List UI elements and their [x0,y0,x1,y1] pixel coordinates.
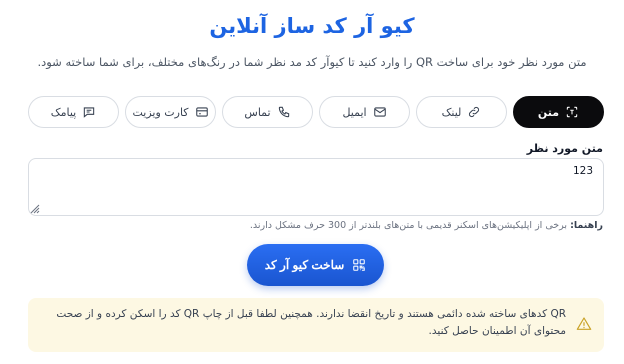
hint-body: برخی از اپلیکیشن‌های اسکنر قدیمی با متن‌… [249,220,568,231]
link-icon [469,106,480,118]
tab-text[interactable]: متن [513,96,604,128]
text-input[interactable]: 123 [28,158,604,216]
message-icon [84,107,95,118]
hint-text: راهنما: برخی از اپلیکیشن‌های اسکنر قدیمی… [250,220,603,231]
generate-qr-button[interactable]: ساخت کیو آر کد [247,244,384,286]
mail-icon [373,107,386,117]
tab-link[interactable]: لینک [416,96,507,128]
tab-phone[interactable]: تماس [222,96,313,128]
type-tabs: متن لینک ایمیل تماس کارت ویزیت پیامک [28,96,604,128]
text-scan-icon [566,106,578,118]
phone-icon [278,106,289,118]
page-title: کیو آر کد ساز آنلاین [209,14,415,38]
tab-link-label: لینک [441,105,462,119]
qr-icon [353,259,366,271]
resize-handle-icon[interactable] [30,204,40,214]
card-icon [195,107,208,117]
tab-email[interactable]: ایمیل [319,96,410,128]
warning-icon [576,317,592,330]
notice-box: QR کدهای ساخته شده دائمی هستند و تاریخ ا… [28,298,604,352]
page-subtitle: متن مورد نظر خود برای ساخت QR را وارد کن… [37,55,587,69]
tab-business-card-label: کارت ویزیت [132,105,189,119]
tab-sms[interactable]: پیامک [28,96,119,128]
generate-qr-label: ساخت کیو آر کد [264,258,345,272]
tab-phone-label: تماس [244,105,271,119]
tab-text-label: متن [537,105,560,119]
tab-sms-label: پیامک [50,105,77,119]
tab-email-label: ایمیل [342,105,367,119]
hint-prefix: راهنما: [570,220,603,231]
notice-text: QR کدهای ساخته شده دائمی هستند و تاریخ ا… [56,308,566,337]
tab-business-card[interactable]: کارت ویزیت [125,96,216,128]
text-field-label: متن مورد نظر [526,142,603,155]
